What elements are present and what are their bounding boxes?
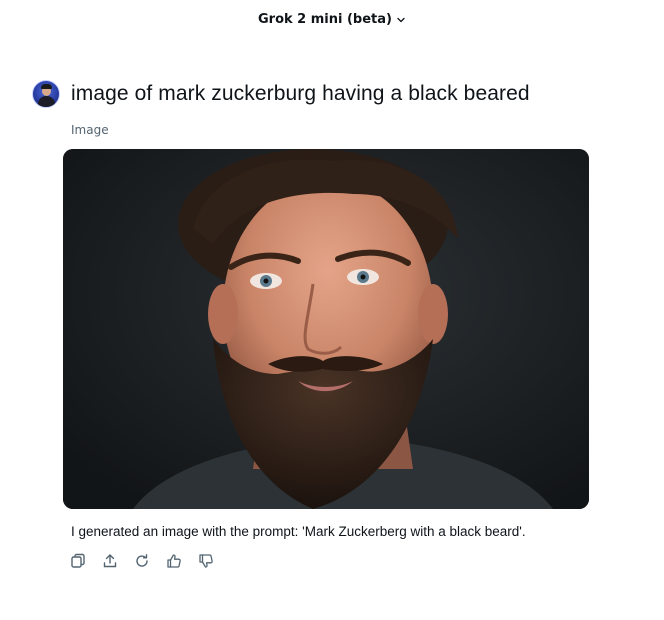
share-icon <box>102 553 118 573</box>
grok-chat-page: Grok 2 mini (beta) image of mark zuckerb… <box>0 0 664 620</box>
share-button[interactable] <box>100 553 120 573</box>
avatar[interactable] <box>32 80 60 108</box>
message-actions <box>68 553 216 573</box>
user-prompt-text: image of mark zuckerburg having a black … <box>71 82 530 105</box>
thumbs-down-icon <box>198 553 214 573</box>
copy-button[interactable] <box>68 553 88 573</box>
regenerate-icon <box>134 553 150 573</box>
assistant-response: I generated an image with the prompt: 'M… <box>71 524 526 539</box>
thumbs-up-icon <box>166 553 182 573</box>
copy-icon <box>70 553 86 573</box>
generated-image[interactable] <box>63 149 589 509</box>
user-message: image of mark zuckerburg having a black … <box>32 80 530 108</box>
dislike-button[interactable] <box>196 553 216 573</box>
like-button[interactable] <box>164 553 184 573</box>
chevron-down-icon <box>396 15 406 25</box>
model-label: Grok 2 mini (beta) <box>258 12 392 27</box>
model-selector[interactable]: Grok 2 mini (beta) <box>0 12 664 27</box>
regenerate-button[interactable] <box>132 553 152 573</box>
attachment-label: Image <box>71 123 109 137</box>
